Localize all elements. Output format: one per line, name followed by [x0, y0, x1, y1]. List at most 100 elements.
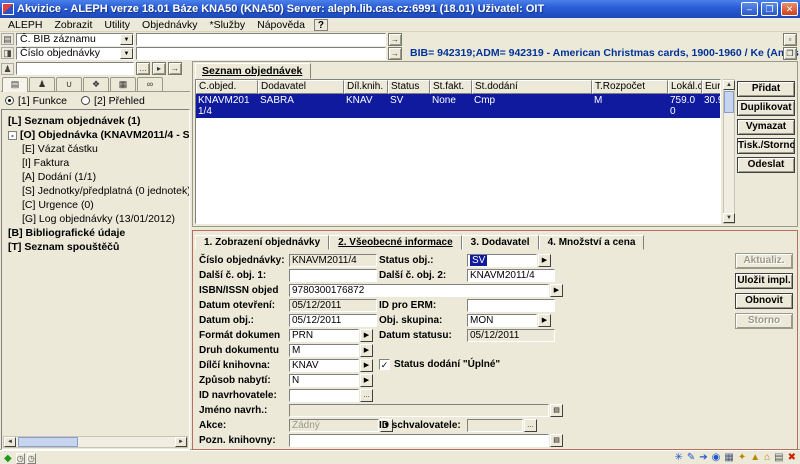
- home-icon[interactable]: ⌂: [764, 452, 770, 464]
- scale-icon[interactable]: ▲: [750, 452, 760, 464]
- record-nav-icon[interactable]: ❒: [783, 47, 797, 60]
- aux-go-button[interactable]: →: [168, 62, 182, 75]
- tab-form-1[interactable]: 1. Zobrazení objednávky: [195, 235, 329, 250]
- column-header[interactable]: St.dodání: [472, 80, 592, 94]
- order-search-input[interactable]: [136, 47, 386, 60]
- field-form-t-dokumen[interactable]: PRN: [289, 329, 359, 342]
- field-obj-skupina[interactable]: MON: [467, 314, 537, 327]
- tisk-storno-button[interactable]: Tisk./Storno: [737, 138, 795, 154]
- scroll-left-icon[interactable]: ◄: [4, 437, 16, 447]
- field-druh-dokumentu[interactable]: M: [289, 344, 359, 357]
- tree-item[interactable]: [S] Jednotky/předplatná (0 jednotek): [4, 184, 189, 198]
- tree-item[interactable]: [B] Bibliografické údaje: [4, 226, 189, 240]
- order-selector-combo[interactable]: Číslo objednávky ▼: [16, 47, 134, 60]
- tree-item[interactable]: [E] Vázat částku: [4, 142, 189, 156]
- chevron-down-icon[interactable]: ▼: [120, 48, 133, 59]
- bib-go-button[interactable]: →: [388, 33, 402, 46]
- checkbox-field[interactable]: ✓Status dodání "Úplné": [379, 359, 500, 370]
- help-icon[interactable]: ?: [314, 19, 328, 31]
- exit-icon[interactable]: ✖: [788, 452, 796, 464]
- scrollbar-thumb[interactable]: [724, 91, 734, 113]
- menu-item-4[interactable]: Objednávky: [136, 19, 203, 31]
- scroll-right-icon[interactable]: ►: [175, 437, 187, 447]
- aux-search-input[interactable]: [16, 62, 134, 75]
- column-header[interactable]: St.fakt.: [430, 80, 472, 94]
- obnovit-button[interactable]: Obnovit: [735, 293, 793, 309]
- vendor-tab-icon[interactable]: ∪: [56, 77, 82, 91]
- tab-form-4[interactable]: 4. Množství a cena: [539, 235, 645, 250]
- column-header[interactable]: T.Rozpočet: [592, 80, 668, 94]
- browse-dots-icon[interactable]: …: [360, 389, 373, 402]
- tab-orders-list[interactable]: Seznam objednávek: [195, 63, 311, 79]
- tree-item[interactable]: [I] Faktura: [4, 156, 189, 170]
- menu-item-3[interactable]: Utility: [98, 19, 136, 31]
- chevron-down-icon[interactable]: ▼: [120, 34, 133, 45]
- minimize-button[interactable]: –: [741, 2, 758, 16]
- expand-editor-icon[interactable]: ▤: [550, 404, 563, 417]
- tree-item[interactable]: [T] Seznam spouštěčů: [4, 240, 189, 254]
- arrows-icon[interactable]: ➔: [699, 452, 707, 464]
- order-go-button[interactable]: →: [388, 47, 402, 60]
- menu-item-1[interactable]: ALEPH: [2, 19, 48, 31]
- field-dal-obj-1[interactable]: [289, 269, 377, 282]
- vymazat-button[interactable]: Vymazat: [737, 119, 795, 135]
- order-tab-icon[interactable]: ▤: [2, 77, 28, 92]
- menu-item-5[interactable]: *Služby: [204, 19, 252, 31]
- duplikovat-button[interactable]: Duplikovat: [737, 100, 795, 116]
- clock-icon[interactable]: ◷: [16, 453, 25, 464]
- column-header[interactable]: Lokál.ce: [668, 80, 702, 94]
- ulo-it-impl--button[interactable]: Uložit impl.: [735, 273, 793, 289]
- column-header[interactable]: Euro: [702, 80, 721, 94]
- odeslat-button[interactable]: Odeslat: [737, 157, 795, 173]
- expand-arrow-button[interactable]: ▸: [152, 62, 166, 75]
- tree-horizontal-scrollbar[interactable]: ◄ ►: [3, 436, 188, 448]
- expand-options-icon[interactable]: ▶: [538, 314, 551, 327]
- field-id-navrhovatele[interactable]: [289, 389, 359, 402]
- field-d-l-knihovna[interactable]: KNAV: [289, 359, 359, 372]
- field-status-obj[interactable]: SV: [467, 254, 537, 267]
- expand-options-icon[interactable]: ▶: [550, 284, 563, 297]
- expand-editor-icon[interactable]: ▤: [550, 434, 563, 447]
- budget-tab-icon[interactable]: ▦: [110, 77, 136, 91]
- browse-dots-button[interactable]: …: [136, 62, 150, 75]
- tree-item[interactable]: [G] Log objednávky (13/01/2012): [4, 212, 189, 226]
- field-dal-obj-2[interactable]: KNAVM2011/4: [467, 269, 555, 282]
- table-icon[interactable]: ▦: [724, 452, 733, 464]
- column-header[interactable]: Status: [388, 80, 430, 94]
- tree-expander-icon[interactable]: -: [8, 131, 17, 140]
- field-pozn-knihovny[interactable]: [289, 434, 549, 447]
- column-header[interactable]: Dodavatel: [258, 80, 344, 94]
- column-header[interactable]: Č.objed.: [196, 80, 258, 94]
- mode-radio-1[interactable]: [1] Funkce: [5, 95, 67, 107]
- field-zp-sob-nabyt[interactable]: N: [289, 374, 359, 387]
- menu-item-6[interactable]: Nápověda: [251, 19, 311, 31]
- maximize-button[interactable]: ❐: [761, 2, 778, 16]
- globe-icon[interactable]: ◉: [712, 452, 721, 464]
- menu-item-2[interactable]: Zobrazit: [48, 19, 98, 31]
- bib-search-input[interactable]: [136, 33, 386, 46]
- expand-options-icon[interactable]: ▶: [360, 359, 373, 372]
- checkbox-icon[interactable]: ✓: [379, 359, 390, 370]
- invoice-tab-icon[interactable]: ❖: [83, 77, 109, 91]
- expand-options-icon[interactable]: ▶: [360, 344, 373, 357]
- key-icon[interactable]: ✦: [738, 452, 746, 464]
- tree-item[interactable]: -[O] Objednávka (KNAVM2011/4 - SAB: [4, 128, 189, 142]
- table-vertical-scrollbar[interactable]: ▲ ▼: [723, 79, 735, 224]
- field-id-pro-erm[interactable]: [467, 299, 555, 312]
- panel-toggle-icon[interactable]: ▫: [783, 33, 797, 46]
- expand-options-icon[interactable]: ▶: [360, 329, 373, 342]
- scroll-up-icon[interactable]: ▲: [723, 80, 735, 90]
- search-tab-icon[interactable]: ∞: [137, 77, 163, 91]
- tree-item[interactable]: [L] Seznam objednávek (1): [4, 114, 189, 128]
- field-datum-obj[interactable]: 05/12/2011: [289, 314, 377, 327]
- edit-icon[interactable]: ✎: [687, 452, 695, 464]
- patron-tab-icon[interactable]: ♟: [29, 77, 55, 91]
- tab-form-3[interactable]: 3. Dodavatel: [462, 235, 539, 250]
- table-row[interactable]: KNAVM2011/4SABRAKNAVSVNoneCmpM759.0030.9…: [196, 94, 720, 118]
- scroll-down-icon[interactable]: ▼: [723, 213, 735, 223]
- printer-icon[interactable]: ▤: [774, 452, 783, 464]
- column-header[interactable]: Díl.knih.: [344, 80, 388, 94]
- bib-selector-combo[interactable]: Č. BIB záznamu ▼: [16, 33, 134, 46]
- field-isbn-issn-objed[interactable]: 9780300176872: [289, 284, 549, 297]
- tab-form-2[interactable]: 2. Všeobecné informace: [329, 235, 462, 250]
